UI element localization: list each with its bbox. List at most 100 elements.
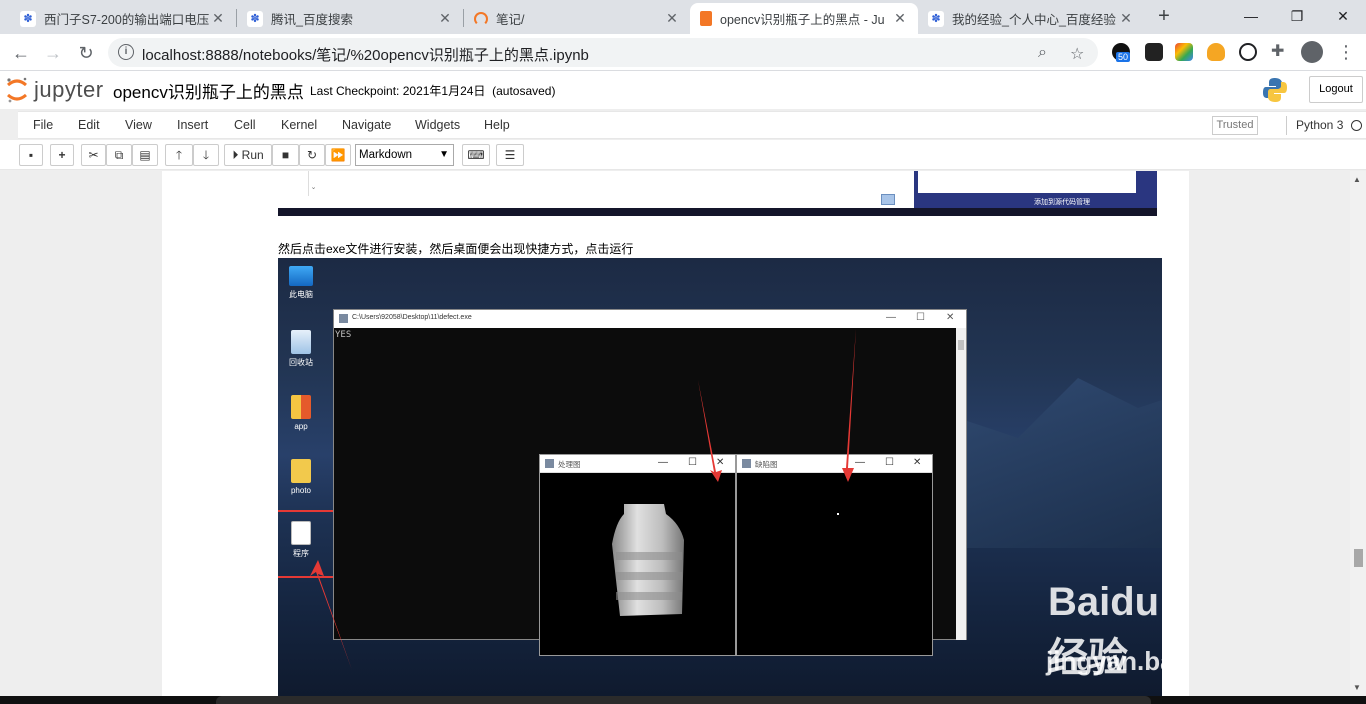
close-icon[interactable]: ✕ [210,10,226,27]
move-up-button[interactable]: 🡑 [165,144,193,166]
keyboard-icon: ⌨ [467,148,485,162]
cell-toolbar-button[interactable]: ☰ [496,144,524,166]
menu-navigate[interactable]: Navigate [342,118,391,132]
jupyter-logo[interactable]: jupyter [6,77,104,103]
chevron-down-icon: ▼ [439,149,449,160]
previous-screenshot-image: ⌄ 添加到源代码管理 [278,171,1157,216]
minimize-icon[interactable]: — [1228,0,1274,34]
extension-icon[interactable] [1239,43,1257,61]
close-icon[interactable]: ✕ [664,10,680,27]
paw-icon: ✽ [928,10,944,27]
arrow-to-program-icon [310,560,352,670]
profile-icon[interactable] [1301,41,1323,63]
arrow-to-defect-window [842,328,856,482]
tab-title: 我的经验_个人中心_百度经验 [952,13,1116,27]
menu-kernel[interactable]: Kernel [281,118,317,132]
browser-tab-3[interactable]: 笔记/ ✕ [464,3,690,34]
step-forward-icon: ⏵ [232,148,239,162]
notebook-area: ⌄ 添加到源代码管理 然后点击exe文件进行安装，然后桌面便会出现快捷方式，点击… [0,171,1366,696]
desktop-screenshot-image: 此电脑 回收站 app photo 程序 C:\Users\92058\Desk… [278,258,1162,696]
run-button[interactable]: ⏵ Run [224,144,272,166]
scroll-down-icon[interactable]: ▼ [1353,683,1361,692]
extension-icon[interactable] [1207,43,1225,61]
menu-widgets[interactable]: Widgets [415,118,460,132]
scrollbar-thumb[interactable] [1354,549,1363,567]
address-bar[interactable]: i localhost:8888/notebooks/笔记/%20opencv识… [108,38,1098,67]
cell-type-select[interactable]: Markdown ▼ [355,144,454,166]
tab-title: opencv识别瓶子上的黑点 - Ju [720,13,885,27]
browser-tab-5[interactable]: ✽ 我的经验_个人中心_百度经验 ✕ [918,3,1144,34]
more-icon[interactable]: ⋮ [1337,43,1355,61]
zoom-icon[interactable]: ⌕ [1038,44,1047,62]
move-down-button[interactable]: 🡓 [193,144,219,166]
close-icon[interactable]: ✕ [437,10,453,27]
notebook-icon [700,11,712,26]
extension-icon[interactable] [1175,43,1193,61]
back-arrow-icon[interactable]: ← [8,40,34,66]
new-tab-button[interactable]: + [1152,5,1176,29]
trusted-badge[interactable]: Trusted [1212,116,1258,135]
menu-edit[interactable]: Edit [78,118,100,132]
cut-button[interactable]: ✂ [81,144,106,166]
command-palette-button[interactable]: ⌨ [462,144,490,166]
browser-tab-strip: ✽ 西门子S7-200的输出端口电压 ✕ ✽ 腾讯_百度搜索 ✕ 笔记/ ✕ o… [0,0,1366,34]
jupyter-logo-icon [6,77,28,103]
extension-icon[interactable]: 50 [1112,43,1131,62]
menu-help[interactable]: Help [484,118,510,132]
extension-icon[interactable] [1145,43,1163,61]
paw-icon: ✽ [20,10,36,27]
notebook-name[interactable]: opencv识别瓶子上的黑点 [113,78,304,103]
tab-title: 腾讯_百度搜索 [271,13,353,27]
checkpoint-status: Last Checkpoint: 2021年1月24日 (autosaved) [310,82,555,99]
page-scrollbar[interactable]: ▲ ▼ [1350,171,1366,696]
puzzle-icon[interactable]: ✚ [1271,43,1289,61]
arrow-up-icon: 🡑 [175,148,183,162]
tab-title: 西门子S7-200的输出端口电压 [44,13,210,27]
python-logo-icon [1262,77,1288,103]
restart-button[interactable]: ↻ [299,144,325,166]
browser-tab-4[interactable]: opencv识别瓶子上的黑点 - Ju ✕ [690,3,918,34]
jupyter-icon [474,11,488,26]
list-icon: ☰ [504,148,516,162]
menu-cell[interactable]: Cell [234,118,256,132]
url-text[interactable]: localhost:8888/notebooks/笔记/%20opencv识别瓶… [142,44,589,65]
run-label: Run [241,148,264,162]
star-icon[interactable]: ☆ [1070,44,1084,64]
jupyter-logo-text: jupyter [34,77,104,102]
forward-arrow-icon[interactable]: → [40,40,66,66]
copy-button[interactable]: ⧉ [106,144,132,166]
annotation-arrows [310,328,856,670]
window-close-icon[interactable]: ✕ [1320,0,1366,34]
scissors-icon: ✂ [88,148,99,162]
save-icon: ▪ [28,148,34,162]
stop-icon: ■ [281,148,290,162]
close-icon[interactable]: ✕ [892,10,908,27]
fast-forward-icon: ⏩ [330,148,346,162]
save-button[interactable]: ▪ [19,144,43,166]
tab-title: 笔记/ [496,13,525,27]
reload-icon[interactable]: ↻ [73,40,99,66]
plus-icon: + [58,148,66,162]
menu-file[interactable]: File [33,118,53,132]
menu-insert[interactable]: Insert [177,118,208,132]
restart-run-all-button[interactable]: ⏩ [325,144,351,166]
watermark-url: jingyan.baidu.com [1046,646,1162,676]
menu-view[interactable]: View [125,118,152,132]
image-panel-inner [918,171,1136,193]
close-icon[interactable]: ✕ [1118,10,1134,27]
autosave-text: (autosaved) [492,84,556,98]
browser-tab-1[interactable]: ✽ 西门子S7-200的输出端口电压 ✕ [10,3,236,34]
logout-button[interactable]: Logout [1309,76,1363,103]
restore-icon[interactable]: ❐ [1274,0,1320,34]
paw-icon: ✽ [247,10,263,27]
insert-cell-button[interactable]: + [50,144,74,166]
browser-tab-2[interactable]: ✽ 腾讯_百度搜索 ✕ [237,3,463,34]
info-icon[interactable]: i [118,44,134,60]
paste-button[interactable]: ▤ [132,144,158,166]
arrow-down-icon: 🡓 [202,148,210,162]
copy-icon: ⧉ [114,148,124,162]
extension-badge: 50 [1116,52,1131,62]
interrupt-button[interactable]: ■ [272,144,299,166]
browser-toolbar: ← → ↻ i localhost:8888/notebooks/笔记/%20o… [0,34,1366,71]
scroll-up-icon[interactable]: ▲ [1353,175,1361,184]
